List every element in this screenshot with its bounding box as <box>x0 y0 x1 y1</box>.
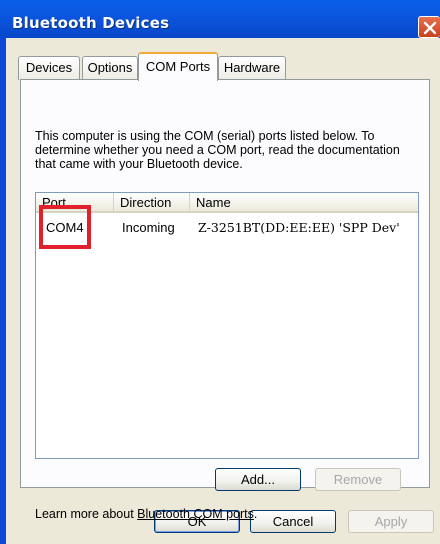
table-row[interactable]: COM4 Incoming Z-3251BT(DD:EE:EE) 'SPP De… <box>36 219 418 237</box>
column-header-name[interactable]: Name <box>190 193 418 213</box>
direction-cell: Incoming <box>122 220 175 235</box>
apply-button[interactable]: Apply <box>348 510 434 533</box>
tab-com-ports[interactable]: COM Ports <box>138 52 218 81</box>
bluetooth-devices-window: Bluetooth Devices Devices Options COM Po… <box>0 0 440 544</box>
title-bar[interactable]: Bluetooth Devices <box>0 0 440 38</box>
column-header-direction[interactable]: Direction <box>114 193 190 213</box>
panel-description: This computer is using the COM (serial) … <box>35 129 400 171</box>
bluetooth-com-ports-link[interactable]: Bluetooth COM ports <box>137 507 254 521</box>
remove-button[interactable]: Remove <box>315 468 401 491</box>
list-header: Port Direction Name <box>36 193 418 213</box>
highlight-box <box>39 205 91 249</box>
com-ports-panel: This computer is using the COM (serial) … <box>20 79 430 521</box>
window-title: Bluetooth Devices <box>12 14 170 32</box>
com-ports-list[interactable]: Port Direction Name COM4 Incoming Z-3251… <box>35 192 419 459</box>
close-icon <box>423 21 437 35</box>
close-button[interactable] <box>418 16 440 38</box>
tab-hardware[interactable]: Hardware <box>218 56 286 80</box>
tab-devices[interactable]: Devices <box>18 56 80 80</box>
add-button[interactable]: Add... <box>215 468 301 491</box>
learn-more-suffix: . <box>253 507 258 521</box>
name-cell: Z-3251BT(DD:EE:EE) 'SPP Dev' <box>198 220 400 235</box>
tab-options[interactable]: Options <box>82 56 138 80</box>
learn-more-prefix: Learn more about <box>35 507 138 521</box>
dialog-client-area: Devices Options COM Ports Hardware This … <box>6 38 440 544</box>
learn-more-text: Learn more about Bluetooth COM ports. <box>35 507 257 521</box>
cancel-button[interactable]: Cancel <box>250 510 336 533</box>
